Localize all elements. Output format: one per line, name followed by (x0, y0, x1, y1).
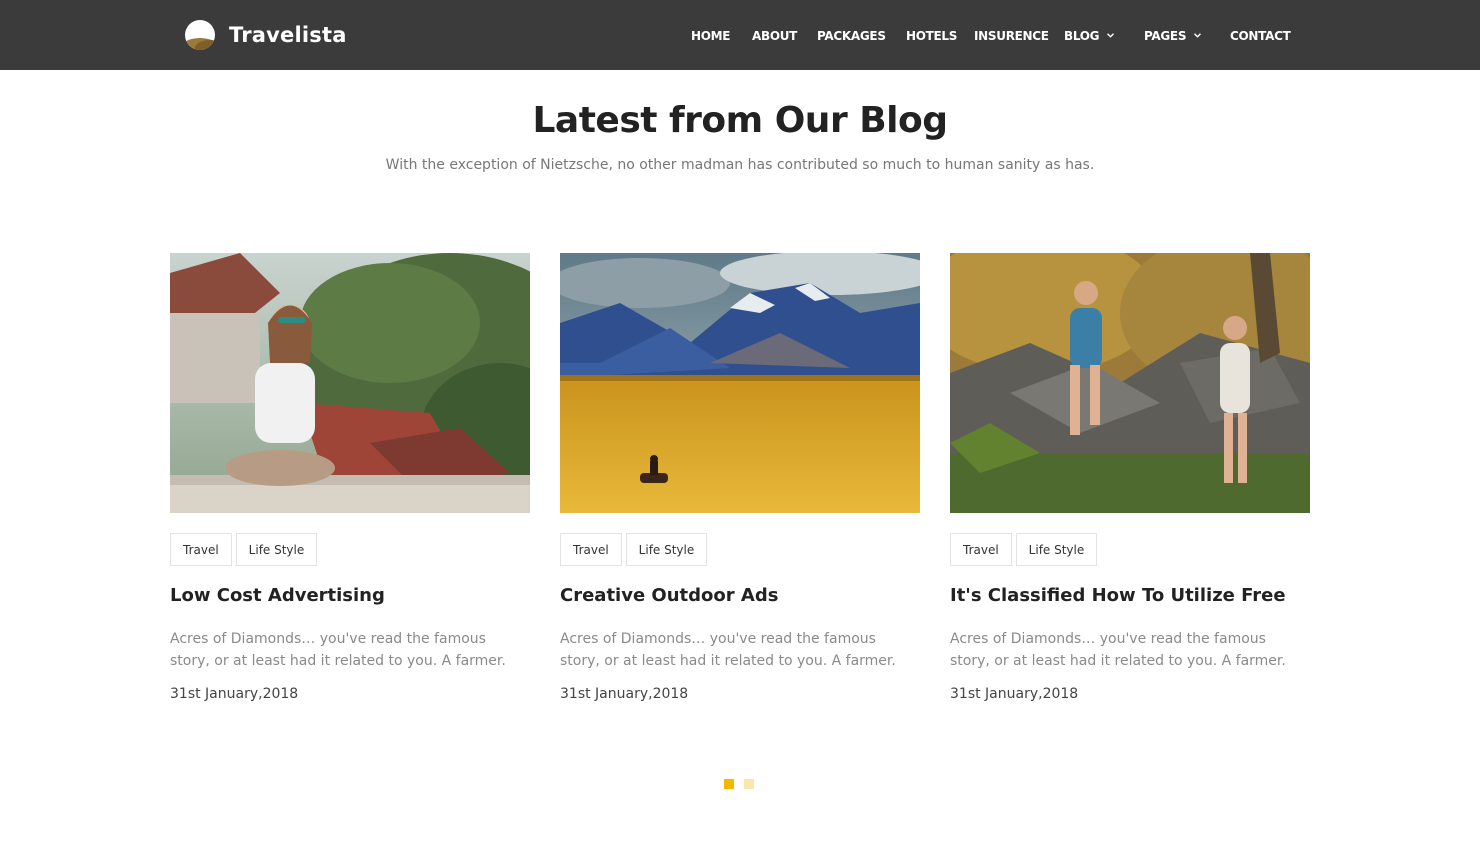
post-excerpt: Acres of Diamonds… you've read the famou… (950, 631, 1286, 669)
nav-item-label: CONTACT (1230, 29, 1291, 43)
blog-card: Travel Life Style Low Cost Advertising A… (170, 253, 530, 713)
post-title[interactable]: Creative Outdoor Ads (560, 585, 778, 606)
nav-item-about[interactable]: ABOUT (752, 28, 797, 44)
nav-item-hotels[interactable]: HOTELS (906, 28, 957, 44)
nav-item-label: PAGES (1144, 29, 1187, 43)
blog-card: Travel Life Style Creative Outdoor Ads A… (560, 253, 920, 713)
nav-item-label: INSURENCE (974, 29, 1049, 43)
tag-list: Travel Life Style (560, 533, 711, 566)
nav-item-pages[interactable]: PAGES (1144, 28, 1202, 44)
nav-item-blog[interactable]: BLOG (1064, 28, 1115, 44)
carousel-dot-1[interactable] (724, 779, 734, 789)
section-title: Latest from Our Blog (532, 100, 948, 141)
post-excerpt: Acres of Diamonds… you've read the famou… (170, 631, 506, 669)
woman-sitting-on-rooftop-photo[interactable] (170, 253, 530, 513)
chevron-down-icon (1107, 33, 1115, 39)
post-date: 31st January,2018 (170, 686, 299, 702)
main-nav: HOME ABOUT PACKAGES HOTELS INSURENCE BLO… (0, 0, 1480, 70)
carousel-dots (724, 779, 764, 789)
horse-rider-in-golden-field-photo[interactable] (560, 253, 920, 513)
nav-item-label: BLOG (1064, 29, 1100, 43)
tag-list: Travel Life Style (170, 533, 321, 566)
nav-item-label: PACKAGES (817, 29, 886, 43)
nav-item-label: HOME (691, 29, 731, 43)
top-navbar: Travelista HOME ABOUT PACKAGES HOTELS IN… (0, 0, 1480, 70)
tag-life-style[interactable]: Life Style (625, 533, 708, 566)
two-women-hiking-rocks-photo[interactable] (950, 253, 1310, 513)
nav-item-home[interactable]: HOME (691, 28, 730, 44)
nav-item-label: HOTELS (906, 29, 958, 43)
nav-item-label: ABOUT (752, 29, 798, 43)
post-title[interactable]: Low Cost Advertising (170, 585, 385, 606)
section-subtitle: With the exception of Nietzsche, no othe… (385, 157, 1095, 173)
nav-item-insurence[interactable]: INSURENCE (974, 28, 1049, 44)
post-excerpt: Acres of Diamonds… you've read the famou… (560, 631, 896, 669)
tag-travel[interactable]: Travel (170, 533, 232, 566)
nav-item-packages[interactable]: PACKAGES (817, 28, 886, 44)
blog-card: Travel Life Style It's Classified How To… (950, 253, 1310, 713)
carousel-dot-2[interactable] (744, 779, 754, 789)
post-date: 31st January,2018 (950, 686, 1079, 702)
tag-travel[interactable]: Travel (560, 533, 622, 566)
tag-life-style[interactable]: Life Style (235, 533, 318, 566)
post-date: 31st January,2018 (560, 686, 689, 702)
chevron-down-icon (1194, 33, 1202, 39)
post-title[interactable]: It's Classified How To Utilize Free (950, 585, 1286, 606)
tag-list: Travel Life Style (950, 533, 1101, 566)
nav-item-contact[interactable]: CONTACT (1230, 28, 1291, 44)
tag-life-style[interactable]: Life Style (1015, 533, 1098, 566)
tag-travel[interactable]: Travel (950, 533, 1012, 566)
